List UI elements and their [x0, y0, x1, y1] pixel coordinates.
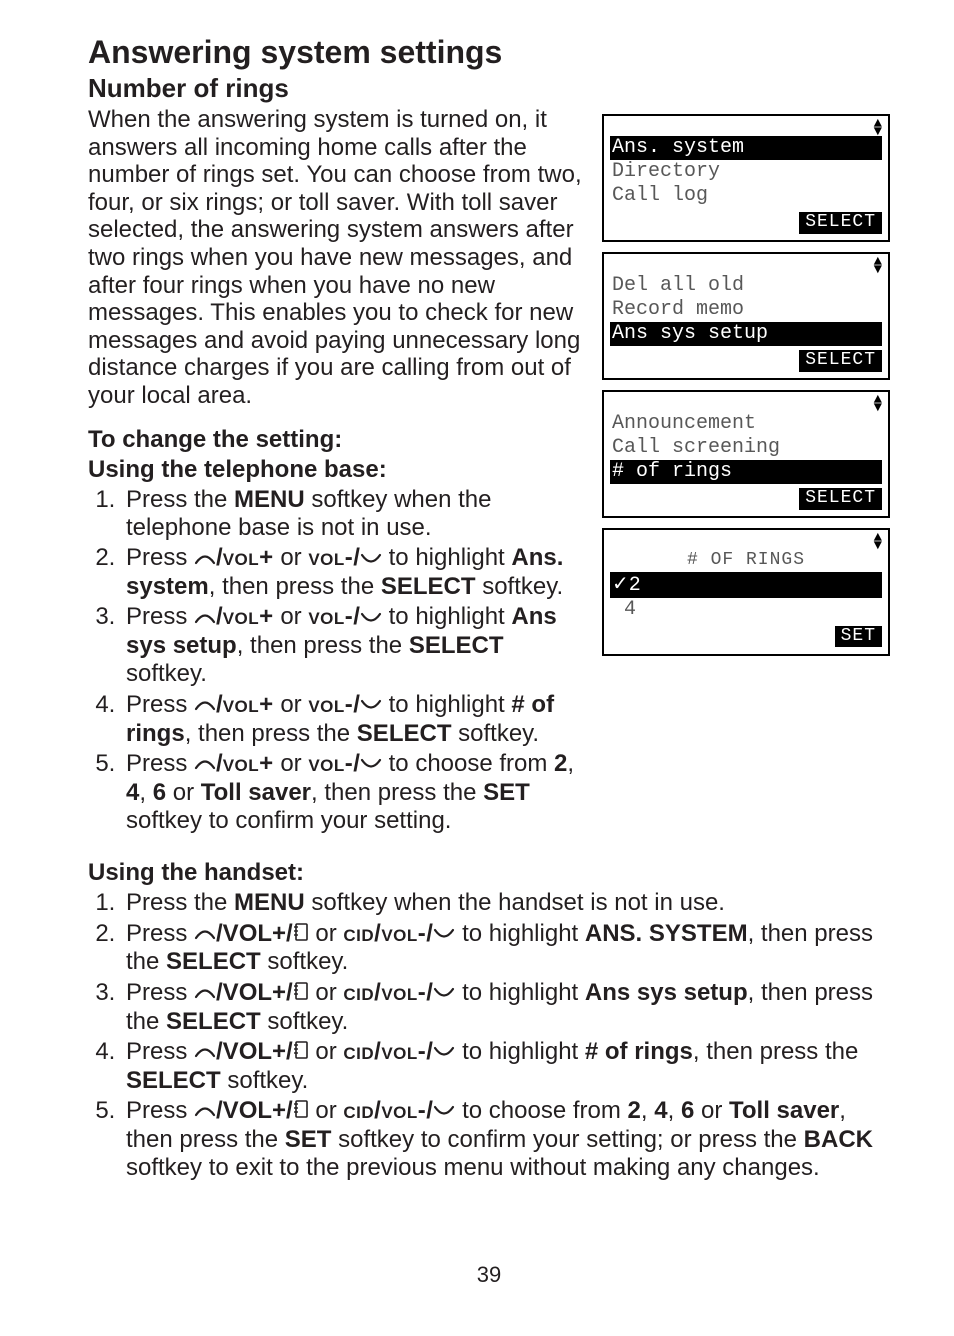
phonebook-icon: [293, 1038, 309, 1066]
arc-up-icon: [194, 604, 216, 632]
lcd-row: Directory: [610, 160, 882, 184]
lcd-screen-3: ▲▼ Announcement Call screening # of ring…: [602, 390, 890, 518]
arc-down-icon: [360, 604, 382, 632]
arc-down-icon: [433, 979, 455, 1007]
arc-up-icon: [194, 750, 216, 778]
phonebook-icon: [293, 920, 309, 948]
lcd-screen-2: ▲▼ Del all old Record memo Ans sys setup…: [602, 252, 890, 380]
intro-paragraph: When the answering system is turned on, …: [88, 106, 588, 410]
lcd-softkey: SELECT: [799, 488, 882, 510]
subhead-base: Using the telephone base:: [88, 456, 588, 484]
lcd-softkey: SET: [835, 626, 882, 648]
lcd-row: Call screening: [610, 436, 882, 460]
page-number: 39: [88, 1262, 890, 1288]
list-item: Press /VOL+ or VOL-/ to highlight # of r…: [122, 691, 588, 748]
handset-steps-list: Press the MENU softkey when the handset …: [88, 889, 890, 1182]
base-steps-list: Press the MENU softkey when the telephon…: [88, 486, 588, 836]
arc-down-icon: [433, 1038, 455, 1066]
subhead-change: To change the setting:: [88, 426, 588, 454]
lcd-screen-4: ▲▼ # OF RINGS ✓2 4 SET: [602, 528, 890, 656]
scroll-arrows-icon: ▲▼: [610, 258, 882, 274]
lcd-row: 4: [610, 598, 882, 622]
list-item: Press /VOL+/ or CID/VOL-/ to choose from…: [122, 1097, 890, 1182]
list-item: Press /VOL+/ or CID/VOL-/ to highlight #…: [122, 1038, 890, 1095]
arc-up-icon: [194, 691, 216, 719]
list-item: Press /VOL+ or VOL-/ to choose from 2, 4…: [122, 750, 588, 835]
phonebook-icon: [293, 1097, 309, 1125]
scroll-arrows-icon: ▲▼: [610, 120, 882, 136]
lcd-row: Call log: [610, 184, 882, 208]
lcd-softkey: SELECT: [799, 350, 882, 372]
phonebook-icon: [293, 979, 309, 1007]
lcd-row: Record memo: [610, 298, 882, 322]
arc-up-icon: [194, 920, 216, 948]
page-title: Answering system settings: [88, 34, 890, 71]
arc-down-icon: [433, 920, 455, 948]
arc-up-icon: [194, 1038, 216, 1066]
lcd-softkey: SELECT: [799, 212, 882, 234]
arc-down-icon: [360, 545, 382, 573]
scroll-arrows-icon: ▲▼: [610, 534, 882, 550]
subhead-handset: Using the handset:: [88, 859, 890, 887]
lcd-row-selected: Ans. system: [610, 136, 882, 160]
section-heading: Number of rings: [88, 73, 890, 104]
scroll-arrows-icon: ▲▼: [610, 396, 882, 412]
arc-up-icon: [194, 545, 216, 573]
list-item: Press the MENU softkey when the telephon…: [122, 486, 588, 543]
arc-up-icon: [194, 979, 216, 1007]
arc-down-icon: [433, 1097, 455, 1125]
lcd-screen-1: ▲▼ Ans. system Directory Call log SELECT: [602, 114, 890, 242]
list-item: Press the MENU softkey when the handset …: [122, 889, 890, 917]
lcd-row-selected: Ans sys setup: [610, 322, 882, 346]
list-item: Press /VOL+ or VOL-/ to highlight Ans sy…: [122, 603, 588, 688]
lcd-title: # OF RINGS: [610, 550, 882, 572]
lcd-row-selected: ✓2: [610, 572, 882, 598]
list-item: Press /VOL+/ or CID/VOL-/ to highlight A…: [122, 979, 890, 1036]
arc-up-icon: [194, 1097, 216, 1125]
list-item: Press /VOL+/ or CID/VOL-/ to highlight A…: [122, 920, 890, 977]
arc-down-icon: [360, 691, 382, 719]
list-item: Press /VOL+ or VOL-/ to highlight Ans. s…: [122, 544, 588, 601]
lcd-row: Announcement: [610, 412, 882, 436]
lcd-row-selected: # of rings: [610, 460, 882, 484]
lcd-row: Del all old: [610, 274, 882, 298]
arc-down-icon: [360, 750, 382, 778]
